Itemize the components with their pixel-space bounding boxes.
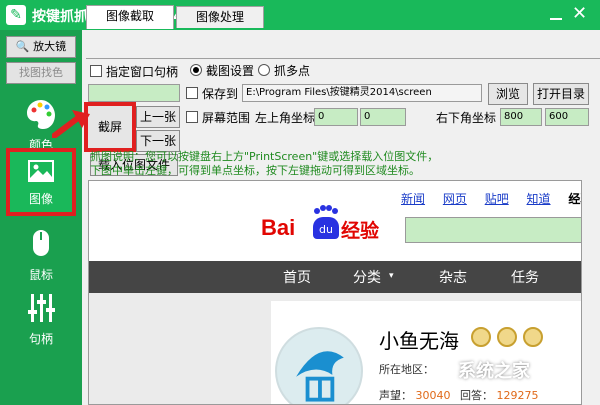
bottom-right-coordinate-label: 右下角坐标 xyxy=(436,111,497,125)
minimize-button[interactable] xyxy=(548,8,564,22)
top-left-coordinate-label: 左上角坐标 xyxy=(255,111,316,125)
badge-icon xyxy=(471,327,491,347)
profile-stats: 声望： 30040 回答： 129275 xyxy=(379,387,539,403)
link-zhidao[interactable]: 知道 xyxy=(527,192,551,206)
tab-image-processing[interactable]: 图像处理 xyxy=(176,6,264,28)
logo-du: du xyxy=(313,217,339,239)
top-left-x-field[interactable]: 0 xyxy=(314,108,358,126)
annotation-arrow-icon xyxy=(52,110,90,138)
reputation-value: 30040 xyxy=(415,389,451,402)
profile-location: 所在地区： xyxy=(379,363,434,376)
bottom-right-y-field[interactable]: 600 xyxy=(545,108,589,126)
grab-points-label: 抓多点 xyxy=(274,64,311,78)
badge-icon xyxy=(523,327,543,347)
baidu-navbar: 首页 分类 ▾ 杂志 任务 xyxy=(89,261,581,293)
logo-bai: Bai xyxy=(261,215,296,240)
link-jingyan[interactable]: 经验 xyxy=(568,192,581,206)
capture-hint-line: 抓图说明：您可以按键盘右上方"PrintScreen"键或选择载入位图文件， xyxy=(90,150,439,163)
baidu-jingyan-logo: Bai du 经验 xyxy=(261,205,391,255)
sidebar-item-label: 图像 xyxy=(28,192,53,206)
baidu-top-links: 新闻 网页 贴吧 知道 经验 xyxy=(401,190,581,207)
profile-name: 小鱼无海 xyxy=(379,329,459,353)
tab-image-capture[interactable]: 图像截取 xyxy=(86,5,174,29)
magnifier-button[interactable]: 🔍 放大镜 xyxy=(6,36,76,58)
sidebar-item-image[interactable]: 图像 xyxy=(6,148,76,216)
paw-icon xyxy=(314,205,338,214)
chevron-down-icon: ▾ xyxy=(389,271,394,281)
tab-divider xyxy=(86,58,600,59)
bottom-right-x-field[interactable]: 800 xyxy=(500,108,542,126)
specify-window-checkbox[interactable] xyxy=(90,65,102,77)
image-icon xyxy=(28,160,54,182)
top-left-y-field[interactable]: 0 xyxy=(360,108,406,126)
link-tieba[interactable]: 贴吧 xyxy=(485,192,509,206)
specify-window-label: 指定窗口句柄 xyxy=(106,65,179,79)
nav-category[interactable]: 分类 xyxy=(353,267,381,287)
sliders-icon xyxy=(28,294,55,322)
link-news[interactable]: 新闻 xyxy=(401,192,425,206)
next-image-button[interactable]: 下一张 xyxy=(136,130,180,152)
screen-range-label: 屏幕范围 xyxy=(202,111,251,125)
answers-label: 回答： xyxy=(460,389,493,402)
open-directory-button[interactable]: 打开目录 xyxy=(533,83,589,105)
sidebar: 🔍 放大镜 找图找色 颜色 图像 鼠标 句柄 xyxy=(0,30,82,405)
nav-home[interactable]: 首页 xyxy=(283,267,311,287)
search-input[interactable] xyxy=(405,217,581,243)
badge-icon xyxy=(497,327,517,347)
browse-button[interactable]: 浏览 xyxy=(488,83,528,105)
screen-range-checkbox[interactable] xyxy=(186,111,198,123)
close-button[interactable]: ✕ xyxy=(572,3,587,24)
avatar xyxy=(275,327,363,404)
capture-hint-line: 下图中单击左键，可得到单点坐标，按下左键拖动可得到区域坐标。 xyxy=(90,164,420,177)
save-path-field[interactable]: E:\Program Files\按键精灵2014\screen xyxy=(242,84,482,102)
app-icon: ✎ xyxy=(6,5,26,25)
magnifier-label: 放大镜 xyxy=(33,40,67,53)
pick-color-button[interactable]: 找图找色 xyxy=(6,62,76,84)
answers-value: 129275 xyxy=(496,389,539,402)
capture-hint: 抓图说明：您可以按键盘右上方"PrintScreen"键或选择载入位图文件， 下… xyxy=(90,150,550,178)
watermark: 系统之家 xyxy=(458,361,530,382)
sidebar-item-label: 句柄 xyxy=(28,332,53,346)
grab-points-radio[interactable] xyxy=(258,64,270,76)
screenshot-settings-label: 截图设置 xyxy=(206,64,255,78)
mouse-icon xyxy=(33,230,49,256)
window-handle-field[interactable] xyxy=(88,84,180,102)
save-to-checkbox[interactable] xyxy=(186,87,198,99)
sidebar-item-label: 鼠标 xyxy=(28,268,53,282)
screenshot-settings-radio[interactable] xyxy=(190,64,202,76)
nav-magazine[interactable]: 杂志 xyxy=(439,267,467,287)
profile-card: 小鱼无海 所在地区： 声望： 30040 回答： 129275 xyxy=(271,301,581,404)
sidebar-item-handle[interactable]: 句柄 xyxy=(0,284,82,350)
logo-jingyan: 经验 xyxy=(341,220,380,242)
previous-image-button[interactable]: 上一张 xyxy=(136,106,180,128)
sidebar-item-mouse[interactable]: 鼠标 xyxy=(0,220,82,286)
fish-logo-icon xyxy=(296,351,344,402)
nav-tasks[interactable]: 任务 xyxy=(511,267,539,287)
magnifier-icon: 🔍 xyxy=(15,40,30,53)
save-to-label: 保存到 xyxy=(202,87,239,101)
link-web[interactable]: 网页 xyxy=(443,192,467,206)
stats-label: 声望： xyxy=(379,389,412,402)
